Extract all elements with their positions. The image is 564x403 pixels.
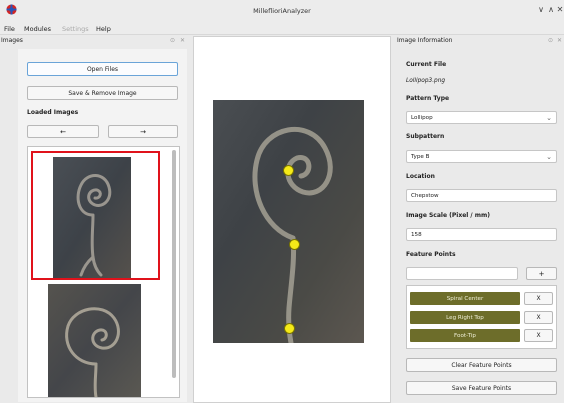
float-panel-icon[interactable]: ⊙ <box>170 37 175 44</box>
thumbnail-lollipop-2[interactable] <box>48 284 141 397</box>
window-title: MilleflioriAnalyzer <box>253 7 311 15</box>
pattern-type-select[interactable]: Lollipop ⌄ <box>406 111 557 124</box>
feature-point-spiral-center[interactable] <box>283 165 294 176</box>
open-files-button[interactable]: Open Files <box>27 62 178 76</box>
subpattern-label: Subpattern <box>406 133 445 140</box>
feature-foot-tip-button[interactable]: Foot-Tip <box>410 329 520 342</box>
clear-feature-points-button[interactable]: Clear Feature Points <box>406 358 557 372</box>
location-value: Chepstow <box>411 192 439 199</box>
image-scale-label: Image Scale (Pixel / mm) <box>406 212 490 219</box>
close-panel-icon[interactable]: ✕ <box>180 37 185 44</box>
location-label: Location <box>406 173 435 180</box>
selected-thumbnail-highlight <box>31 151 160 280</box>
thumbnail-scrollbar[interactable] <box>172 150 176 378</box>
image-scale-value: 158 <box>411 231 422 238</box>
pattern-type-label: Pattern Type <box>406 95 450 102</box>
main-image-lollipop[interactable] <box>213 100 364 343</box>
menu-help[interactable]: Help <box>96 25 111 33</box>
subpattern-select[interactable]: Type B ⌄ <box>406 150 557 163</box>
chevron-down-icon: ⌄ <box>546 153 552 161</box>
current-file-label: Current File <box>406 61 447 68</box>
feature-points-label: Feature Points <box>406 251 456 258</box>
subpattern-value: Type B <box>411 153 430 160</box>
chevron-down-icon: ⌄ <box>546 114 552 122</box>
remove-spiral-center-button[interactable]: X <box>524 292 553 305</box>
menu-settings: Settings <box>62 25 89 33</box>
save-feature-points-button[interactable]: Save Feature Points <box>406 381 557 395</box>
feature-spiral-center-button[interactable]: Spiral Center <box>410 292 520 305</box>
next-image-button[interactable]: → <box>108 125 178 138</box>
feature-point-name-input[interactable] <box>406 267 518 280</box>
feature-point-leg-right-top[interactable] <box>289 239 300 250</box>
minimize-icon[interactable]: ∨ <box>536 5 546 14</box>
menu-file[interactable]: File <box>4 25 15 33</box>
feature-leg-right-top-button[interactable]: Leg Right Top <box>410 311 520 324</box>
images-panel-title: Images <box>1 37 23 44</box>
image-scale-input[interactable]: 158 <box>406 228 557 241</box>
menu-modules[interactable]: Modules <box>24 25 51 33</box>
remove-leg-right-top-button[interactable]: X <box>524 311 553 324</box>
current-file-value: Lollipop3.png <box>406 78 446 84</box>
save-remove-image-button[interactable]: Save & Remove Image <box>27 86 178 100</box>
close-info-panel-icon[interactable]: ✕ <box>557 37 562 44</box>
loaded-images-label: Loaded Images <box>27 109 79 116</box>
feature-point-foot-tip[interactable] <box>284 323 295 334</box>
previous-image-button[interactable]: ← <box>27 125 99 138</box>
pattern-type-value: Lollipop <box>411 114 433 121</box>
float-info-panel-icon[interactable]: ⊙ <box>548 37 553 44</box>
image-information-title: Image Information <box>397 37 453 44</box>
remove-foot-tip-button[interactable]: X <box>524 329 553 342</box>
location-input[interactable]: Chepstow <box>406 189 557 202</box>
add-feature-point-button[interactable]: + <box>526 267 557 280</box>
close-window-icon[interactable]: ✕ <box>555 5 564 14</box>
